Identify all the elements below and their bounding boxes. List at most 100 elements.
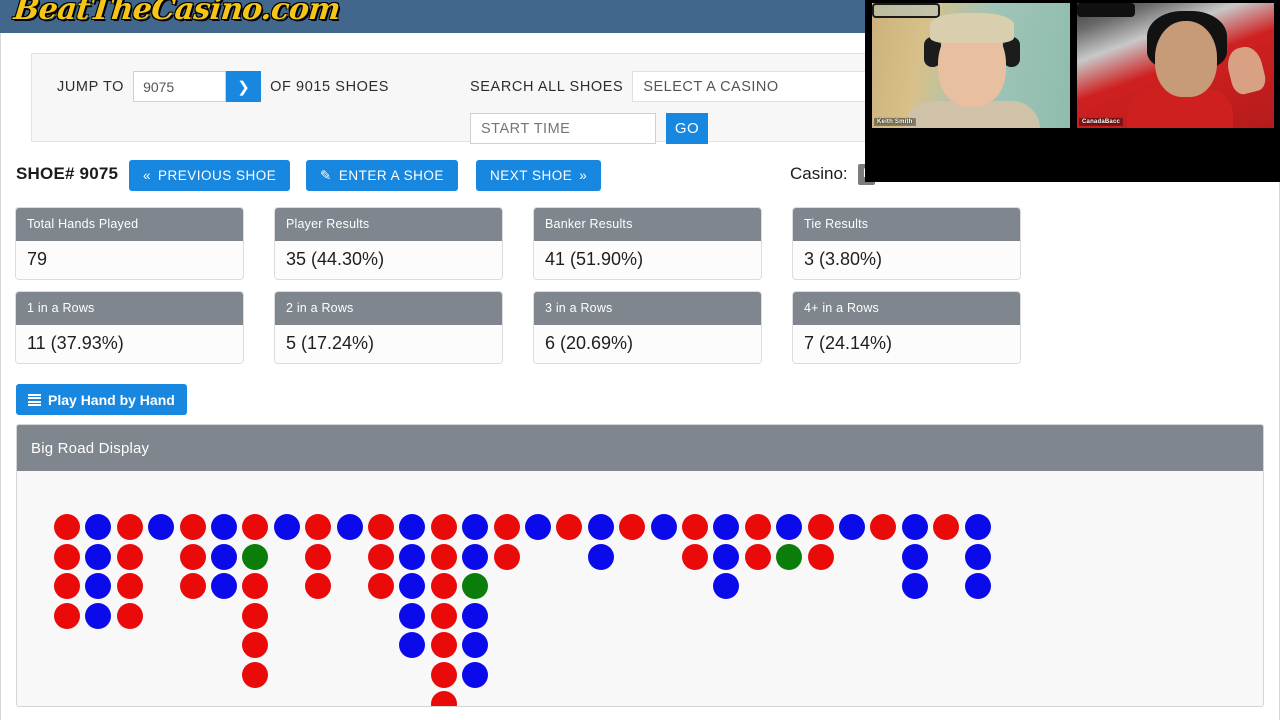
video-call-overlay[interactable]: Keith Smith CanadaBacc (865, 0, 1280, 182)
big-road-cell[interactable] (305, 543, 332, 570)
big-road-cell[interactable] (85, 514, 112, 540)
big-road-cell[interactable] (54, 543, 80, 570)
next-shoe-button[interactable]: NEXT SHOE » (476, 160, 602, 191)
big-road-cell[interactable] (242, 543, 269, 570)
big-road-cell[interactable] (179, 573, 206, 599)
big-road-cell[interactable] (807, 514, 834, 540)
big-road-cell[interactable] (116, 514, 143, 540)
big-road-cell[interactable] (462, 543, 489, 570)
big-road-cell[interactable] (148, 514, 175, 540)
big-road-cell[interactable] (430, 602, 457, 629)
big-road-cell[interactable] (964, 543, 991, 570)
big-road-cell[interactable] (430, 514, 457, 540)
big-road-cell[interactable] (54, 514, 80, 540)
big-road-cell[interactable] (85, 543, 112, 570)
big-road-cell[interactable] (525, 514, 551, 540)
big-road-cell[interactable] (430, 691, 457, 706)
big-road-cell[interactable] (179, 543, 206, 570)
big-road-cell[interactable] (211, 514, 237, 540)
big-road-cell[interactable] (211, 543, 237, 570)
big-road-cell[interactable] (462, 661, 489, 688)
big-road-cell[interactable] (556, 514, 583, 540)
big-road-cell[interactable] (430, 573, 457, 599)
big-road-cell[interactable] (493, 543, 520, 570)
stat-card-title: Total Hands Played (16, 208, 243, 241)
play-hand-by-hand-button[interactable]: Play Hand by Hand (16, 384, 187, 415)
jump-to-input[interactable] (133, 71, 227, 102)
big-road-cell[interactable] (901, 543, 928, 570)
big-road-cell[interactable] (305, 514, 332, 540)
enter-a-shoe-button[interactable]: ✎ ENTER A SHOE (306, 160, 458, 191)
shoe-number-label: SHOE# 9075 (16, 164, 119, 183)
big-road-cell[interactable] (116, 602, 143, 629)
big-road-cell[interactable] (368, 543, 394, 570)
video-tile-participant-1[interactable]: Keith Smith (872, 3, 1070, 128)
stat-card-title: 2 in a Rows (275, 292, 502, 325)
big-road-cell[interactable] (85, 573, 112, 599)
big-road-cell[interactable] (242, 602, 269, 629)
start-time-input[interactable] (470, 113, 656, 144)
participant-2-name: CanadaBacc (1079, 118, 1124, 126)
big-road-cell[interactable] (682, 514, 708, 540)
big-road-cell[interactable] (807, 543, 834, 570)
big-road-cell[interactable] (399, 543, 426, 570)
big-road-cell[interactable] (493, 514, 520, 540)
big-road-cell[interactable] (776, 543, 803, 570)
big-road-cell[interactable] (242, 632, 269, 658)
big-road-cell[interactable] (713, 573, 740, 599)
big-road-cell[interactable] (242, 661, 269, 688)
big-road-cell[interactable] (211, 573, 237, 599)
big-road-cell[interactable] (116, 573, 143, 599)
big-road-cell[interactable] (273, 514, 300, 540)
big-road-cell[interactable] (619, 514, 646, 540)
big-road-cell[interactable] (682, 543, 708, 570)
big-road-cell[interactable] (462, 573, 489, 599)
big-road-cell[interactable] (744, 514, 771, 540)
big-road-cell[interactable] (964, 514, 991, 540)
big-road-cell[interactable] (744, 543, 771, 570)
big-road-cell[interactable] (179, 514, 206, 540)
big-road-cell[interactable] (650, 514, 677, 540)
big-road-cell[interactable] (116, 543, 143, 570)
video-tile-participant-2[interactable]: CanadaBacc (1077, 3, 1274, 128)
big-road-cell[interactable] (933, 514, 960, 540)
list-grid-icon (28, 393, 41, 406)
big-road-cell[interactable] (713, 543, 740, 570)
stats-row-1: Total Hands Played 79 Player Results 35 (44… (0, 207, 1280, 280)
big-road-cell[interactable] (399, 573, 426, 599)
big-road-cell[interactable] (870, 514, 897, 540)
big-road-cell[interactable] (430, 632, 457, 658)
big-road-cell[interactable] (462, 602, 489, 629)
stat-card-value: 41 (51.90%) (534, 241, 761, 279)
big-road-cell[interactable] (368, 573, 394, 599)
big-road-cell[interactable] (399, 632, 426, 658)
site-logo[interactable]: BeatTheCasino.com (12, 0, 342, 27)
big-road-cell[interactable] (242, 514, 269, 540)
big-road-cell[interactable] (901, 573, 928, 599)
big-road-cell[interactable] (587, 514, 614, 540)
big-road-cell[interactable] (776, 514, 803, 540)
big-road-cell[interactable] (336, 514, 363, 540)
video-toolbar[interactable] (865, 130, 1280, 182)
big-road-cell[interactable] (964, 573, 991, 599)
search-go-button[interactable]: GO (666, 113, 708, 144)
big-road-cell[interactable] (462, 514, 489, 540)
big-road-cell[interactable] (839, 514, 865, 540)
big-road-cell[interactable] (587, 543, 614, 570)
big-road-grid[interactable] (17, 471, 1263, 706)
previous-shoe-button[interactable]: « PREVIOUS SHOE (129, 160, 291, 191)
big-road-cell[interactable] (242, 573, 269, 599)
big-road-cell[interactable] (85, 602, 112, 629)
big-road-cell[interactable] (430, 543, 457, 570)
big-road-cell[interactable] (901, 514, 928, 540)
big-road-cell[interactable] (54, 602, 80, 629)
big-road-cell[interactable] (54, 573, 80, 599)
big-road-cell[interactable] (305, 573, 332, 599)
big-road-cell[interactable] (399, 602, 426, 629)
big-road-cell[interactable] (713, 514, 740, 540)
big-road-cell[interactable] (462, 632, 489, 658)
jump-go-button[interactable]: ❯ (226, 71, 262, 102)
big-road-cell[interactable] (368, 514, 394, 540)
big-road-cell[interactable] (399, 514, 426, 540)
big-road-cell[interactable] (430, 661, 457, 688)
